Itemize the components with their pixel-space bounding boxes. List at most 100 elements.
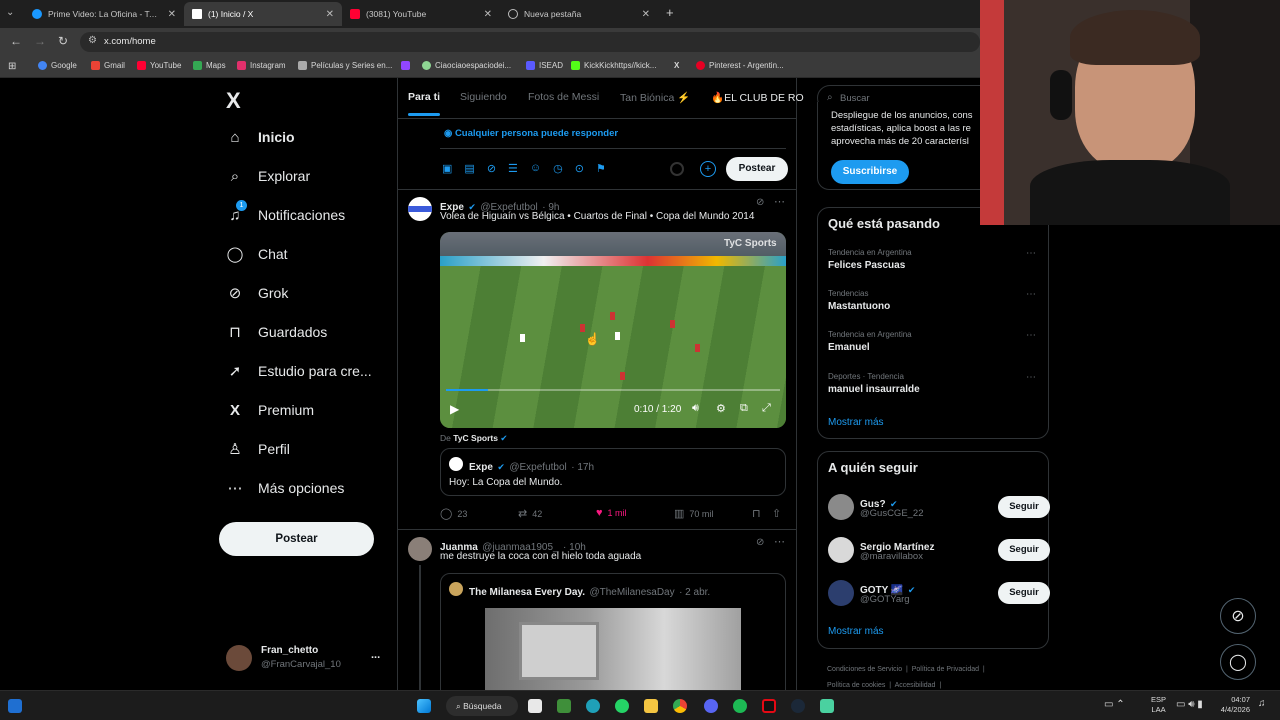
- bookmark-isead[interactable]: ISEAD: [526, 61, 563, 70]
- follow-item[interactable]: GOTY 🌌 ✔ @GOTYarg Seguir: [828, 578, 1050, 608]
- edge-app-icon[interactable]: [586, 699, 600, 713]
- more-icon[interactable]: ...: [371, 649, 380, 661]
- taskbar-search[interactable]: ⌕ Búsqueda: [446, 696, 518, 716]
- follow-button[interactable]: Seguir: [998, 539, 1050, 561]
- sidebar-item-mas-opciones[interactable]: ⋯ Más opciones: [226, 479, 345, 497]
- follow-item[interactable]: Sergio Martínez @maravillabox Seguir: [828, 535, 1050, 565]
- tab-search-button[interactable]: ⌄: [6, 7, 14, 18]
- bookmark-twitch[interactable]: [401, 61, 414, 70]
- more-icon[interactable]: ⋯: [1026, 372, 1036, 383]
- bookmark-youtube[interactable]: YouTube: [137, 61, 181, 70]
- footer-link[interactable]: Condiciones de Servicio: [827, 666, 902, 673]
- reply-button[interactable]: ◯ 23: [440, 507, 467, 520]
- tray-icons[interactable]: ▭ ⌃: [1104, 699, 1125, 710]
- steam-app-icon[interactable]: [791, 699, 805, 713]
- close-tab-icon[interactable]: ✕: [168, 9, 176, 20]
- bookmark-google[interactable]: Google: [38, 61, 77, 70]
- bookmark-pinterest[interactable]: Pinterest - Argentin...: [696, 61, 784, 70]
- sidebar-item-chat[interactable]: ◯ Chat: [226, 245, 288, 263]
- new-tab-button[interactable]: +: [666, 5, 674, 20]
- quoted-tweet[interactable]: The Milanesa Every Day. @TheMilanesaDay …: [440, 573, 786, 690]
- more-icon[interactable]: ⋯: [1026, 248, 1036, 259]
- minecraft-app-icon[interactable]: [557, 699, 571, 713]
- footer-link[interactable]: Política de cookies: [827, 682, 885, 689]
- tab-fotos-de-messi[interactable]: Fotos de Messi: [528, 91, 599, 103]
- notification-bell-icon[interactable]: ♫: [1258, 698, 1266, 709]
- account-switcher[interactable]: Fran_chetto @FranCarvajal_10 ...: [226, 642, 386, 674]
- like-button[interactable]: ♥ 1 mil: [596, 507, 627, 519]
- more-icon[interactable]: ⋯: [1026, 289, 1036, 300]
- tab-para-ti[interactable]: Para ti: [408, 91, 440, 103]
- bookmark-maps[interactable]: Maps: [193, 61, 226, 70]
- settings-icon[interactable]: ⚙: [716, 402, 726, 415]
- follow-button[interactable]: Seguir: [998, 496, 1050, 518]
- close-tab-icon[interactable]: ✕: [484, 9, 492, 20]
- back-arrow-icon[interactable]: ←: [10, 34, 22, 48]
- messages-fab[interactable]: ◯: [1220, 644, 1256, 680]
- reload-icon[interactable]: ↻: [58, 34, 68, 48]
- sidebar-item-premium[interactable]: X Premium: [226, 401, 314, 419]
- source-link[interactable]: TyC Sports: [453, 433, 498, 443]
- share-button[interactable]: ⇧: [772, 507, 786, 520]
- sidebar-item-estudio[interactable]: ➚ Estudio para cre...: [226, 362, 372, 380]
- chrome-app-icon[interactable]: [673, 699, 687, 713]
- clock[interactable]: 04:07 4/4/2026: [1214, 695, 1250, 715]
- tab-tan-bionica[interactable]: Tan Biónica ⚡: [620, 91, 690, 104]
- tab-el-club[interactable]: 🔥EL CLUB DE RO: [711, 91, 804, 104]
- sidebar-item-guardados[interactable]: ⊓ Guardados: [226, 323, 327, 341]
- trend-item[interactable]: Tendencia en Argentina Felices Pascuas ⋯: [828, 248, 1040, 280]
- more-icon[interactable]: ⋯: [1026, 330, 1036, 341]
- footer-link[interactable]: Política de Privacidad: [912, 666, 979, 673]
- close-tab-icon[interactable]: ✕: [326, 9, 334, 20]
- spotify-app-icon[interactable]: [733, 699, 747, 713]
- bookmark-kick[interactable]: KickKickhttps//kick...: [571, 61, 656, 70]
- grok-icon[interactable]: ⊘: [756, 197, 764, 208]
- tweet-1[interactable]: Expe ✔ @Expefutbol · 9h ⊘ ⋯ Volea de Hig…: [398, 189, 796, 529]
- file-explorer-app-icon[interactable]: [528, 699, 542, 713]
- browser-tab-youtube[interactable]: (3081) YouTube ✕: [342, 2, 500, 26]
- netflix-app-icon[interactable]: [762, 699, 776, 713]
- sidebar-item-inicio[interactable]: ⌂ Inicio: [226, 128, 294, 146]
- language-indicator[interactable]: ESP LAA: [1151, 695, 1166, 715]
- quote-image[interactable]: [485, 608, 741, 690]
- sidebar-item-grok[interactable]: ⊘ Grok: [226, 284, 289, 302]
- app-icon[interactable]: [820, 699, 834, 713]
- tab-siguiendo[interactable]: Siguiendo: [460, 91, 507, 103]
- x-logo-icon[interactable]: X: [226, 88, 241, 114]
- browser-tab-prime[interactable]: Prime Video: La Oficina - Temp... ✕: [24, 2, 184, 26]
- reply-setting[interactable]: ◉ Cualquier persona puede responder: [444, 128, 618, 139]
- grok-icon[interactable]: ⊘: [487, 162, 496, 175]
- schedule-icon[interactable]: ◷: [553, 162, 563, 175]
- bookmark-instagram[interactable]: Instagram: [237, 61, 286, 70]
- trend-item[interactable]: Tendencia en Argentina Emanuel ⋯: [828, 330, 1040, 362]
- folder-app-icon[interactable]: [644, 699, 658, 713]
- tweet-2[interactable]: Juanma @juanmaa1905_ · 10h ⊘ ⋯ me destru…: [398, 529, 796, 690]
- volume-icon[interactable]: 🔊︎: [692, 402, 699, 415]
- gif-icon[interactable]: ▤: [464, 162, 474, 175]
- forward-arrow-icon[interactable]: →: [34, 34, 46, 48]
- pip-icon[interactable]: ⧉: [740, 402, 748, 415]
- quoted-tweet[interactable]: Expe ✔ @Expefutbol · 17h Hoy: La Copa de…: [440, 448, 786, 496]
- follow-item[interactable]: Gus? ✔ @GusCGE_22 Seguir: [828, 492, 1050, 522]
- flag-icon[interactable]: ⚑: [596, 162, 606, 175]
- more-icon[interactable]: ⋯: [774, 195, 785, 208]
- widgets-icon[interactable]: [8, 699, 22, 713]
- whatsapp-app-icon[interactable]: [615, 699, 629, 713]
- footer-link[interactable]: Accesibilidad: [895, 682, 936, 689]
- add-thread-icon[interactable]: +: [700, 161, 716, 177]
- bookmark-peliculas[interactable]: Películas y Series en...: [298, 61, 392, 70]
- progress-track[interactable]: [446, 389, 780, 391]
- grok-fab[interactable]: ⊘: [1220, 598, 1256, 634]
- bookmark-ciaociao[interactable]: Ciaociaoespaciodei...: [422, 61, 511, 70]
- emoji-icon[interactable]: ☺: [530, 162, 541, 175]
- bookmark-button[interactable]: ⊓: [752, 507, 766, 520]
- location-icon[interactable]: ⊙: [575, 162, 584, 175]
- trends-show-more[interactable]: Mostrar más: [828, 417, 884, 428]
- address-bar[interactable]: ⚙ x.com/home: [80, 32, 980, 52]
- windows-start-icon[interactable]: [417, 699, 431, 713]
- site-info-icon[interactable]: ⚙: [88, 35, 97, 46]
- bookmark-gmail[interactable]: Gmail: [91, 61, 125, 70]
- poll-icon[interactable]: ☰: [508, 162, 518, 175]
- apps-grid-icon[interactable]: ⊞: [8, 61, 16, 72]
- discord-app-icon[interactable]: [704, 699, 718, 713]
